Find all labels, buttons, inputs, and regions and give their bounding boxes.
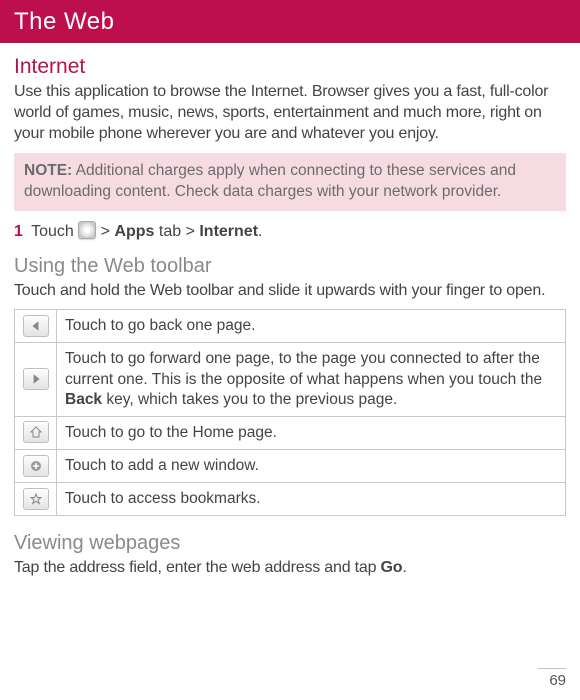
icon-cell bbox=[15, 343, 57, 416]
triangle-right-icon bbox=[23, 368, 49, 390]
plus-circle-icon bbox=[23, 455, 49, 477]
desc-pre: Touch to go back one page. bbox=[65, 317, 255, 334]
toolbar-intro: Touch and hold the Web toolbar and slide… bbox=[14, 281, 566, 302]
home-icon bbox=[23, 421, 49, 443]
note-box: NOTE: Additional charges apply when conn… bbox=[14, 153, 566, 211]
icon-cell bbox=[15, 483, 57, 516]
viewing-text: Tap the address field, enter the web add… bbox=[14, 558, 566, 579]
desc-cell: Touch to access bookmarks. bbox=[57, 483, 566, 516]
desc-post: key, which takes you to the previous pag… bbox=[102, 391, 397, 408]
step-text-0: Touch bbox=[27, 223, 78, 240]
viewing-pre: Tap the address field, enter the web add… bbox=[14, 559, 381, 576]
toolbar-table: Touch to go back one page. Touch to go f… bbox=[14, 309, 566, 516]
table-row: Touch to go back one page. bbox=[15, 310, 566, 343]
viewing-heading: Viewing webpages bbox=[14, 530, 566, 556]
desc-cell: Touch to go to the Home page. bbox=[57, 416, 566, 449]
desc-pre: Touch to go to the Home page. bbox=[65, 424, 277, 441]
desc-bold: Back bbox=[65, 391, 102, 408]
toolbar-heading: Using the Web toolbar bbox=[14, 253, 566, 279]
page-header: The Web bbox=[0, 0, 580, 43]
icon-cell bbox=[15, 450, 57, 483]
desc-pre: Touch to add a new window. bbox=[65, 457, 259, 474]
icon-cell bbox=[15, 416, 57, 449]
note-text: Additional charges apply when connecting… bbox=[24, 162, 516, 200]
desc-cell: Touch to add a new window. bbox=[57, 450, 566, 483]
home-button-icon bbox=[78, 221, 96, 239]
table-row: Touch to add a new window. bbox=[15, 450, 566, 483]
viewing-post: . bbox=[402, 559, 406, 576]
note-label: NOTE: bbox=[24, 162, 72, 179]
viewing-go: Go bbox=[381, 559, 403, 576]
internet-heading: Internet bbox=[14, 53, 566, 80]
step-text-1: > bbox=[96, 223, 114, 240]
page-content: Internet Use this application to browse … bbox=[0, 43, 580, 579]
step-text-2: tab > bbox=[154, 223, 199, 240]
icon-cell bbox=[15, 310, 57, 343]
desc-cell: Touch to go back one page. bbox=[57, 310, 566, 343]
desc-pre: Touch to access bookmarks. bbox=[65, 490, 261, 507]
desc-pre: Touch to go forward one page, to the pag… bbox=[65, 350, 542, 387]
table-row: Touch to access bookmarks. bbox=[15, 483, 566, 516]
page-number: 69 bbox=[538, 668, 566, 691]
step-number: 1 bbox=[14, 223, 23, 240]
step-text-3: . bbox=[258, 223, 262, 240]
step-1: 1 Touch > Apps tab > Internet. bbox=[14, 221, 566, 243]
page-header-title: The Web bbox=[14, 8, 114, 35]
desc-cell: Touch to go forward one page, to the pag… bbox=[57, 343, 566, 416]
internet-intro: Use this application to browse the Inter… bbox=[14, 82, 566, 144]
step-apps: Apps bbox=[114, 223, 154, 240]
table-row: Touch to go to the Home page. bbox=[15, 416, 566, 449]
triangle-left-icon bbox=[23, 315, 49, 337]
step-internet: Internet bbox=[199, 223, 258, 240]
table-row: Touch to go forward one page, to the pag… bbox=[15, 343, 566, 416]
star-icon bbox=[23, 488, 49, 510]
